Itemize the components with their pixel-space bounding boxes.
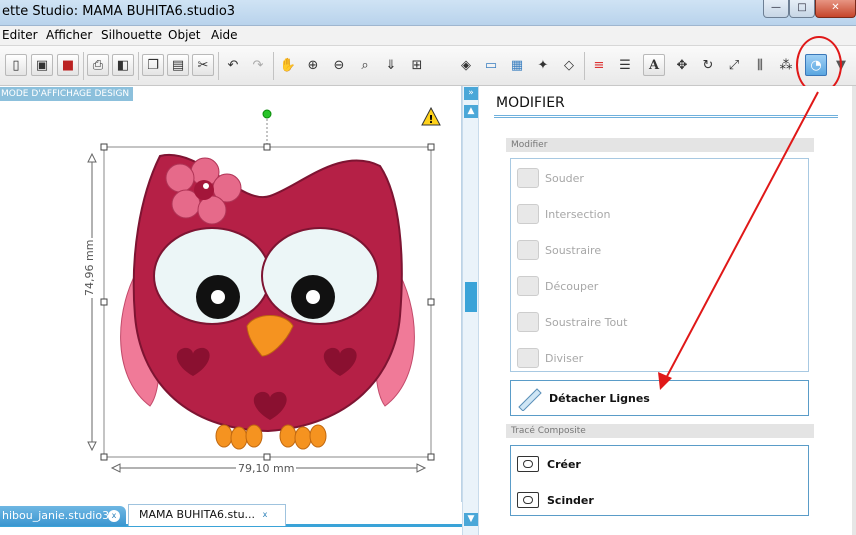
replicate-icon[interactable]: ⁂ <box>775 54 797 76</box>
save-icon[interactable]: ▣ <box>31 54 53 76</box>
menu-afficher[interactable]: Afficher <box>46 28 92 42</box>
panel-title: MODIFIER <box>496 95 565 111</box>
detach-lines-icon <box>518 388 542 411</box>
release-compound-button[interactable]: Scinder <box>517 488 594 512</box>
redo-icon[interactable]: ↷ <box>247 54 269 76</box>
vertical-scrollbar[interactable]: » ▲ ▼ <box>462 86 479 535</box>
subtract-all-button[interactable]: Soustraire Tout <box>517 309 627 335</box>
crop-icon <box>517 276 539 296</box>
resize-handle <box>100 298 108 306</box>
cut-icon[interactable]: ✂ <box>192 54 214 76</box>
divide-icon <box>517 348 539 368</box>
line-style-icon[interactable]: ☰ <box>614 54 636 76</box>
weld-icon <box>517 168 539 188</box>
transform-icon[interactable]: ✥ <box>671 54 693 76</box>
pan-icon[interactable]: ✋ <box>277 54 299 76</box>
toolbar: ▯ ▣ ■ ⎙ ◧ ❐ ▤ ✂ ↶ ↷ ✋ ⊕ ⊖ ⌕ ⇓ ⊞ ◈ ▭ ▦ ✦ … <box>0 46 856 86</box>
paste-icon[interactable]: ▤ <box>167 54 189 76</box>
pattern-icon[interactable]: ▦ <box>506 54 528 76</box>
zoom-select-icon[interactable]: ⌕ <box>354 54 376 76</box>
scroll-thumb[interactable] <box>465 282 477 312</box>
stroke-icon[interactable]: ✦ <box>532 54 554 76</box>
line-color-icon[interactable]: ≡ <box>588 54 610 76</box>
undo-icon[interactable]: ↶ <box>222 54 244 76</box>
modify-group: Souder Intersection Soustraire Découper … <box>510 158 809 372</box>
resize-handle <box>427 298 435 306</box>
rotate-icon[interactable]: ↻ <box>697 54 719 76</box>
resize-handle <box>427 143 435 151</box>
menu-silhouette[interactable]: Silhouette <box>101 28 162 42</box>
zoom-fit-icon[interactable]: ⊞ <box>406 54 428 76</box>
intersect-button[interactable]: Intersection <box>517 201 610 227</box>
gradient-icon[interactable]: ▭ <box>480 54 502 76</box>
make-compound-button[interactable]: Créer <box>517 452 581 476</box>
intersect-icon <box>517 204 539 224</box>
shadow-icon[interactable]: ◇ <box>558 54 580 76</box>
resize-handle <box>263 453 271 461</box>
tab-close-icon[interactable]: x <box>108 510 120 522</box>
maximize-button[interactable]: □ <box>789 0 815 18</box>
collapse-panel-icon[interactable]: » <box>464 87 478 100</box>
tab-close-icon[interactable]: x <box>259 509 271 521</box>
subtract-all-icon <box>517 312 539 332</box>
design-canvas[interactable]: MODE D'AFFICHAGE DESIGN ! 74,96 mm 79,10… <box>0 86 462 535</box>
height-dimension-label: 74,96 mm <box>83 237 96 298</box>
resize-handle <box>427 453 435 461</box>
section-compound-header: Tracé Composite <box>506 424 814 438</box>
zoom-in-icon[interactable]: ⊕ <box>302 54 324 76</box>
send-to-silhouette-icon[interactable]: ◧ <box>112 54 134 76</box>
subtract-icon <box>517 240 539 260</box>
resize-handle <box>100 143 108 151</box>
text-icon[interactable]: A <box>643 54 665 76</box>
section-modify-header: Modifier <box>506 138 814 152</box>
tab-label: hibou_janie.studio3 <box>2 509 110 522</box>
resize-handle <box>263 143 271 151</box>
print-icon[interactable]: ⎙ <box>87 54 109 76</box>
copy-icon[interactable]: ❐ <box>142 54 164 76</box>
detach-lines-button[interactable]: Détacher Lignes <box>510 380 809 416</box>
zoom-fit-page-icon[interactable]: ⇓ <box>380 54 402 76</box>
owl-illustration <box>120 153 415 450</box>
divide-button[interactable]: Diviser <box>517 345 583 371</box>
rotate-handle[interactable] <box>262 109 272 119</box>
tab-label: MAMA BUHITA6.stu... <box>139 508 256 521</box>
make-compound-icon <box>517 456 539 472</box>
compound-path-group: Créer Scinder <box>510 445 809 516</box>
close-button[interactable]: ✕ <box>815 0 856 18</box>
weld-button[interactable]: Souder <box>517 165 584 191</box>
scroll-down-icon[interactable]: ▼ <box>464 513 478 526</box>
menu-objet[interactable]: Objet <box>168 28 200 42</box>
subtract-button[interactable]: Soustraire <box>517 237 601 263</box>
title-bar: ette Studio: MAMA BUHITA6.studio3 — □ ✕ <box>0 0 856 26</box>
minimize-button[interactable]: — <box>763 0 789 18</box>
modify-panel: MODIFIER Modifier Souder Intersection So… <box>479 86 856 535</box>
svg-text:!: ! <box>428 113 433 126</box>
width-dimension-label: 79,10 mm <box>236 462 297 475</box>
new-document-icon[interactable]: ▯ <box>5 54 27 76</box>
scroll-up-icon[interactable]: ▲ <box>464 105 478 118</box>
tab-hibou-janie[interactable]: hibou_janie.studio3 x <box>0 506 126 526</box>
zoom-out-icon[interactable]: ⊖ <box>328 54 350 76</box>
save-library-icon[interactable]: ■ <box>57 54 79 76</box>
crop-button[interactable]: Découper <box>517 273 598 299</box>
scale-icon[interactable]: ⤢ <box>723 54 745 76</box>
tab-mama-buhita6[interactable]: MAMA BUHITA6.stu... x <box>128 504 286 526</box>
menu-bar: Editer Afficher Silhouette Objet Aide <box>0 26 856 46</box>
fill-icon[interactable]: ◈ <box>455 54 477 76</box>
menu-editer[interactable]: Editer <box>2 28 38 42</box>
menu-aide[interactable]: Aide <box>211 28 238 42</box>
canvas-drawing: ! <box>87 106 441 473</box>
document-tabs: hibou_janie.studio3 x MAMA BUHITA6.stu..… <box>0 502 462 535</box>
window-title: ette Studio: MAMA BUHITA6.studio3 <box>2 4 236 19</box>
align-icon[interactable]: ⫼ <box>749 54 771 76</box>
release-compound-icon <box>517 492 539 508</box>
resize-handle <box>100 453 108 461</box>
